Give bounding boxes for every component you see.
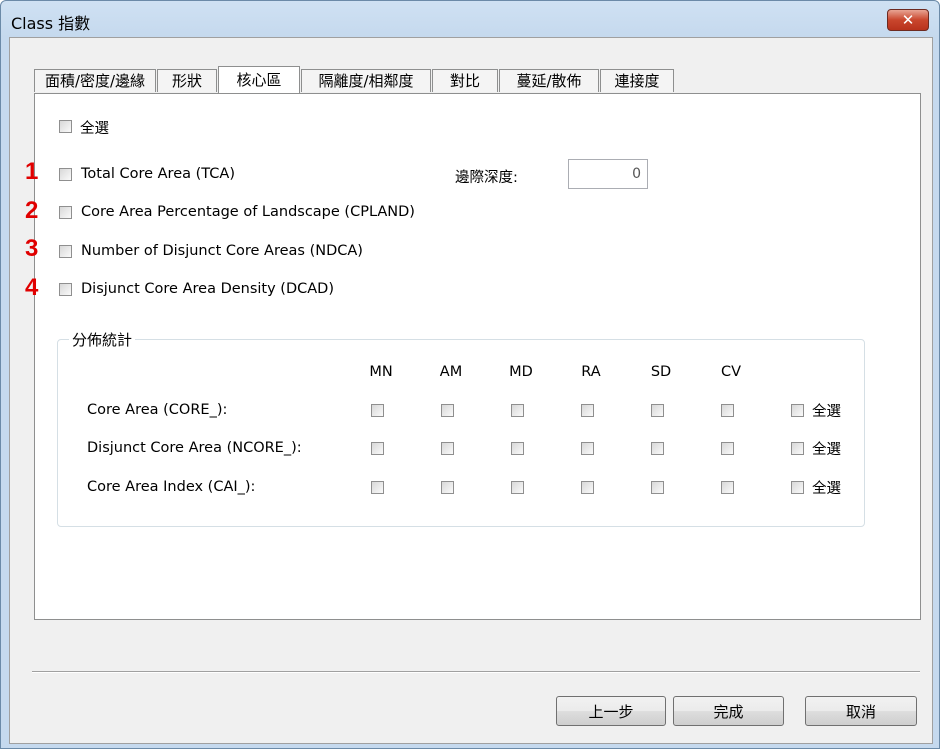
cai-select-all-checkbox[interactable] [791,481,804,494]
metric-number: 2 [25,197,39,224]
cai-ra-checkbox[interactable] [581,481,594,494]
metric-number: 3 [25,235,39,262]
distribution-stats-title: 分佈統計 [69,329,136,350]
column-header-am: AM [439,364,463,380]
core-sd-checkbox[interactable] [651,404,664,417]
cai-select-all-label: 全選 [812,481,841,497]
cai-am-checkbox[interactable] [441,481,454,494]
dcad-checkbox[interactable] [59,283,72,296]
edge-depth-label: 邊際深度: [455,170,518,186]
core-select-all-label: 全選 [812,404,841,420]
cai-row-label: Core Area Index (CAI_): [87,479,256,495]
cpland-label: Core Area Percentage of Landscape (CPLAN… [81,204,415,220]
tca-checkbox[interactable] [59,168,72,181]
metric-number: 1 [25,158,39,185]
select-all-label: 全選 [80,121,109,137]
ncore-select-all-label: 全選 [812,442,841,458]
close-icon: ✕ [901,11,915,29]
tab-area-density-edge[interactable]: 面積/密度/邊緣 [34,69,156,92]
core-row-label: Core Area (CORE_): [87,402,228,418]
tab-core-area[interactable]: 核心區 [218,66,300,93]
column-header-sd: SD [650,364,672,380]
cancel-button[interactable]: 取消 [805,696,917,726]
cai-md-checkbox[interactable] [511,481,524,494]
select-all-checkbox[interactable] [59,120,72,133]
edge-depth-input[interactable]: 0 [568,159,648,189]
finish-button[interactable]: 完成 [673,696,784,726]
dialog-body: 面積/密度/邊緣 形狀 核心區 隔離度/相鄰度 對比 蔓延/散佈 連接度 全選 … [9,37,933,744]
cai-mn-checkbox[interactable] [371,481,384,494]
core-mn-checkbox[interactable] [371,404,384,417]
dcad-label: Disjunct Core Area Density (DCAD) [81,281,334,297]
core-ra-checkbox[interactable] [581,404,594,417]
ncore-ra-checkbox[interactable] [581,442,594,455]
back-button[interactable]: 上一步 [556,696,666,726]
tab-shape[interactable]: 形狀 [157,69,217,92]
ncore-cv-checkbox[interactable] [721,442,734,455]
core-select-all-checkbox[interactable] [791,404,804,417]
close-button[interactable]: ✕ [887,9,929,31]
cai-cv-checkbox[interactable] [721,481,734,494]
ncore-row-label: Disjunct Core Area (NCORE_): [87,440,302,456]
separator [32,671,920,673]
column-header-cv: CV [720,364,742,380]
column-header-mn: MN [369,364,393,380]
ndca-label: Number of Disjunct Core Areas (NDCA) [81,243,363,259]
tca-label: Total Core Area (TCA) [81,166,235,182]
core-am-checkbox[interactable] [441,404,454,417]
metric-number: 4 [25,274,39,301]
cpland-checkbox[interactable] [59,206,72,219]
cai-sd-checkbox[interactable] [651,481,664,494]
ndca-checkbox[interactable] [59,245,72,258]
dialog-window: Class 指數 ✕ 面積/密度/邊緣 形狀 核心區 隔離度/相鄰度 對比 蔓延… [0,0,940,749]
core-area-panel: 全選 1 Total Core Area (TCA) 2 Core Area P… [25,93,921,620]
tab-connectivity[interactable]: 連接度 [600,69,674,92]
title-bar[interactable]: Class 指數 ✕ [1,1,939,37]
column-header-md: MD [509,364,533,380]
tab-isolation-proximity[interactable]: 隔離度/相鄰度 [301,69,431,92]
tab-contagion-interspersion[interactable]: 蔓延/散佈 [499,69,599,92]
ncore-am-checkbox[interactable] [441,442,454,455]
core-cv-checkbox[interactable] [721,404,734,417]
column-header-ra: RA [581,364,601,380]
tab-contrast[interactable]: 對比 [432,69,498,92]
core-md-checkbox[interactable] [511,404,524,417]
ncore-mn-checkbox[interactable] [371,442,384,455]
window-title: Class 指數 [11,14,91,33]
ncore-md-checkbox[interactable] [511,442,524,455]
ncore-select-all-checkbox[interactable] [791,442,804,455]
ncore-sd-checkbox[interactable] [651,442,664,455]
